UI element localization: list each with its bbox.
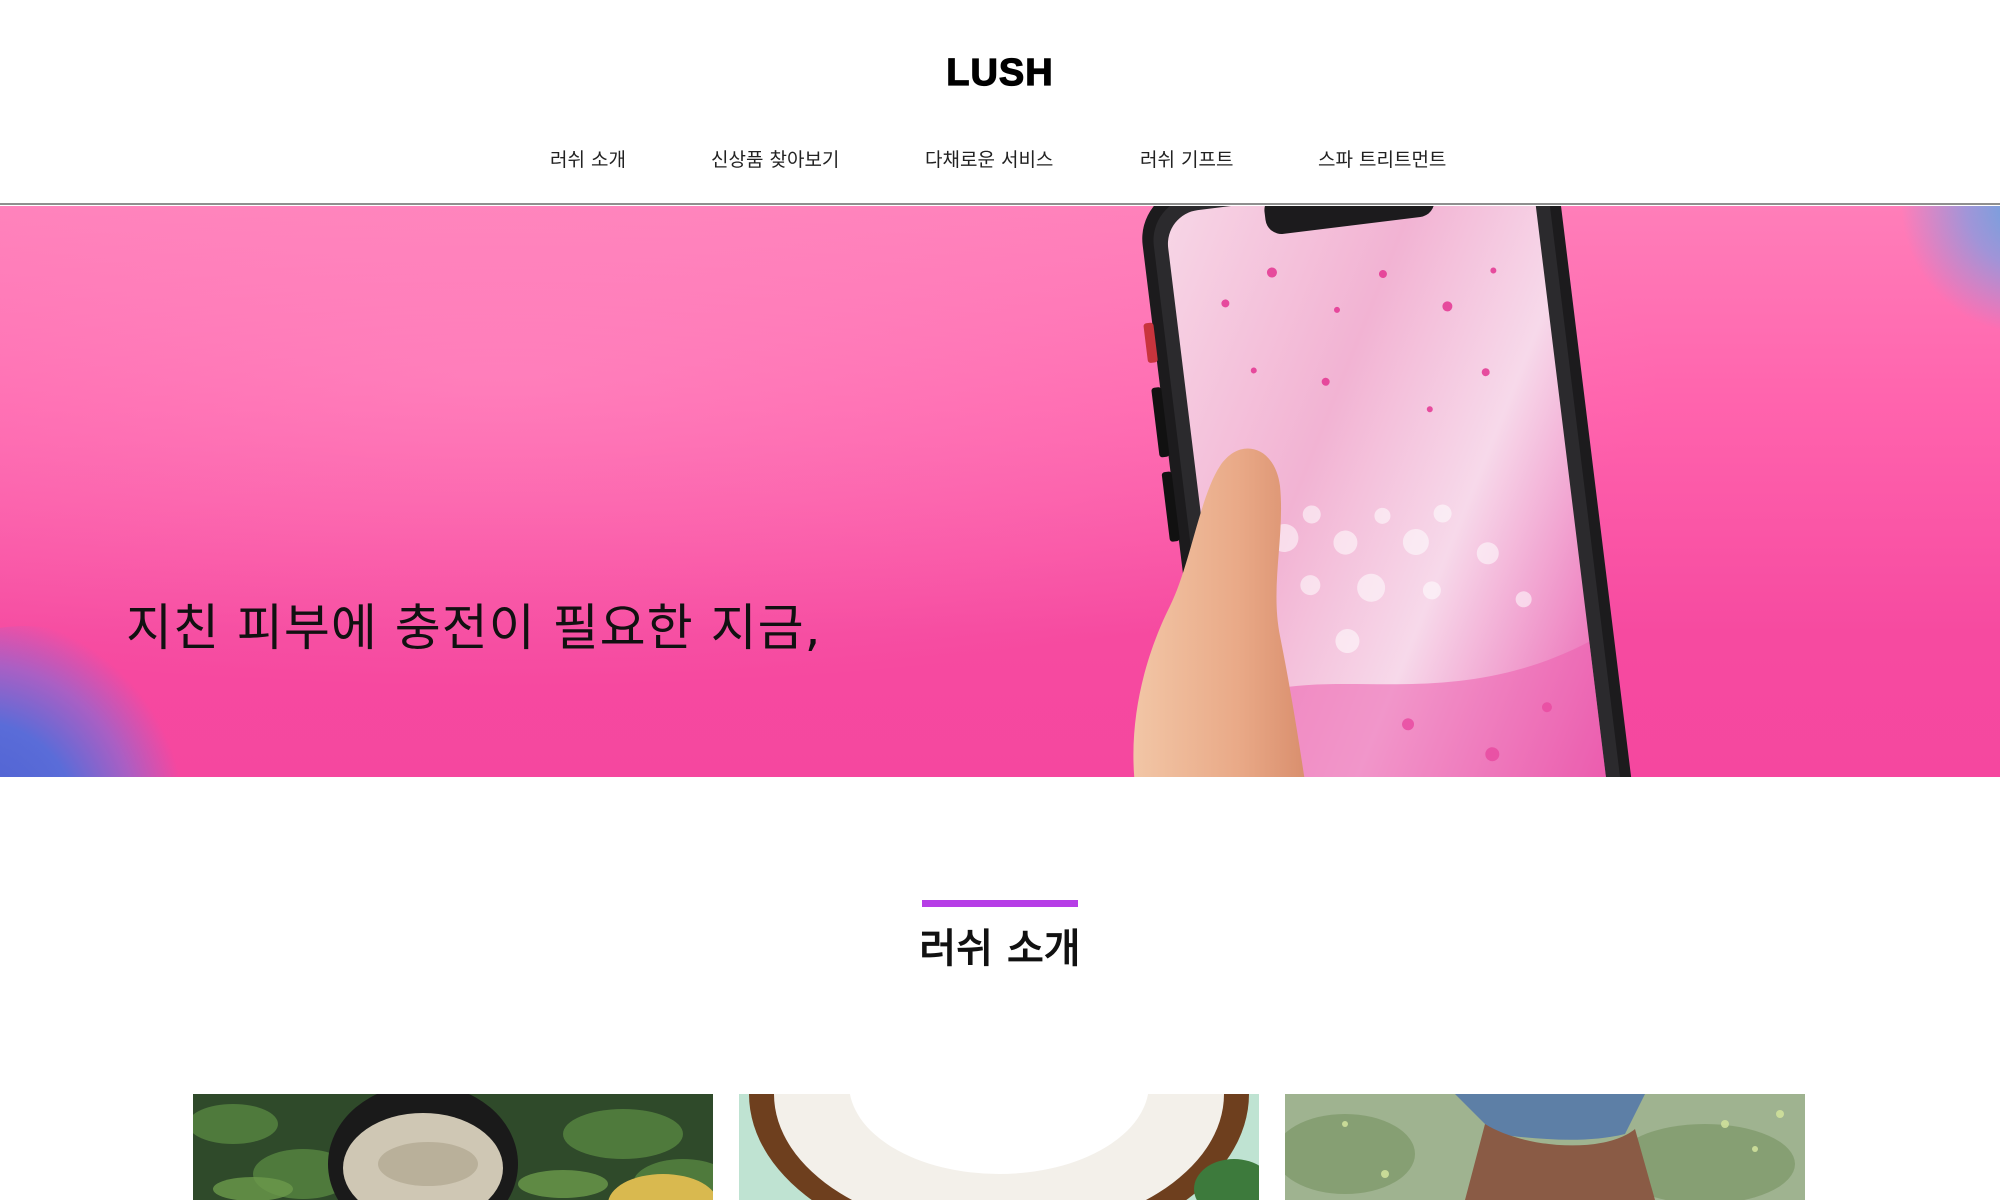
hero-banner[interactable]: 지친 피부에 충전이 필요한 지금, — [0, 206, 2000, 777]
main-nav: 러쉬 소개 신상품 찾아보기 다채로운 서비스 러쉬 기프트 스파 트리트먼트 — [0, 142, 2000, 178]
nav-item-new-products[interactable]: 신상품 찾아보기 — [711, 142, 839, 178]
card-image-clay-mask — [193, 1094, 713, 1200]
about-card-clay-mask[interactable] — [193, 1094, 713, 1200]
hero-phone-image — [1133, 206, 1635, 777]
section-title: 러쉬 소개 — [919, 926, 1081, 972]
about-card-coconut[interactable] — [739, 1094, 1259, 1200]
hero-headline: 지친 피부에 충전이 필요한 지금, — [126, 599, 822, 657]
about-card-list — [0, 1094, 2000, 1200]
site-header: LUSH 러쉬 소개 신상품 찾아보기 다채로운 서비스 러쉬 기프트 스파 트… — [0, 0, 2000, 205]
section-header: 러쉬 소개 — [0, 900, 2000, 972]
card-image-field — [1285, 1094, 1805, 1200]
nav-item-services[interactable]: 다채로운 서비스 — [925, 142, 1053, 178]
hero-background-gradient — [0, 206, 2000, 777]
about-card-field[interactable] — [1285, 1094, 1805, 1200]
nav-item-gift[interactable]: 러쉬 기프트 — [1140, 142, 1233, 178]
section-title-accent-bar — [922, 900, 1078, 907]
card-image-coconut — [739, 1094, 1259, 1200]
nav-item-about[interactable]: 러쉬 소개 — [550, 142, 626, 178]
nav-item-spa[interactable]: 스파 트리트먼트 — [1318, 142, 1446, 178]
lush-logo[interactable]: LUSH — [0, 51, 2000, 95]
